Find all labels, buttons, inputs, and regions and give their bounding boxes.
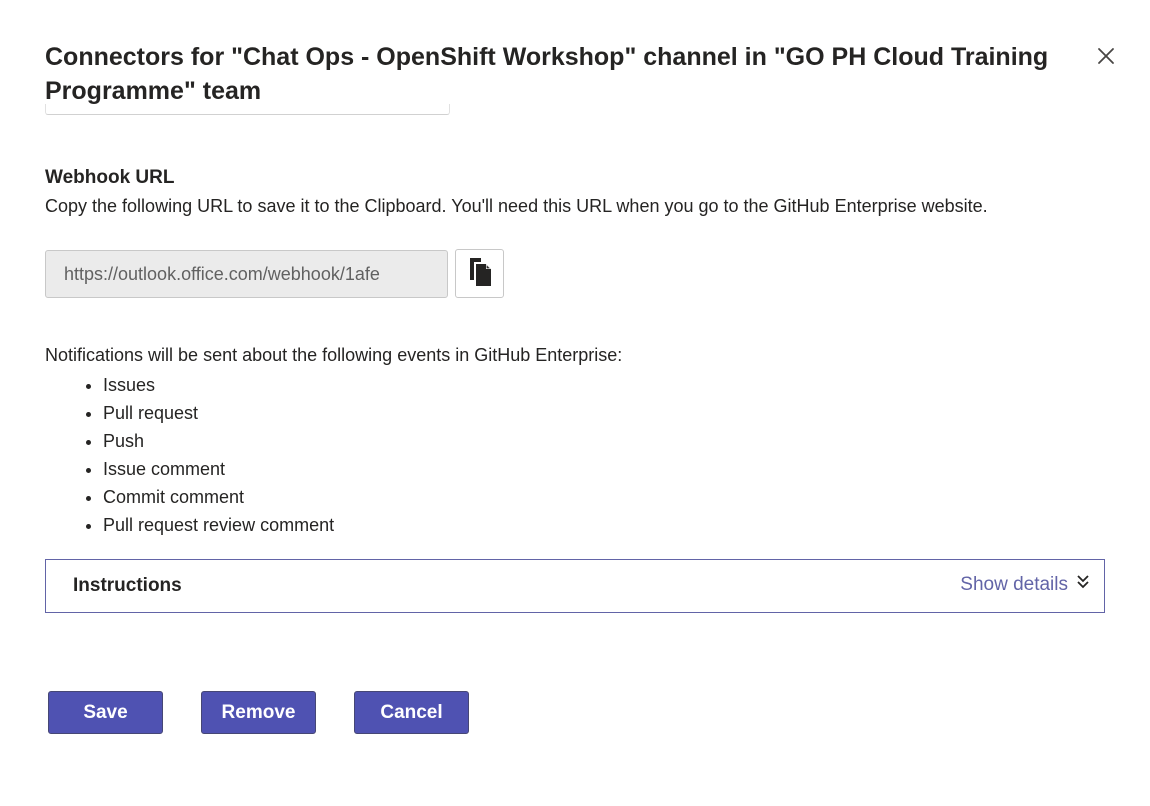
dialog-title: Connectors for "Chat Ops - OpenShift Wor…: [45, 43, 1049, 105]
list-item: Issue comment: [103, 455, 334, 483]
list-item: Issues: [103, 371, 334, 399]
show-details-label: Show details: [960, 574, 1068, 595]
close-button[interactable]: [1092, 42, 1120, 70]
list-item: Commit comment: [103, 483, 334, 511]
copy-icon: [467, 257, 493, 290]
save-button[interactable]: Save: [48, 691, 163, 734]
connector-dialog: Connectors for "Chat Ops - OpenShift Wor…: [0, 0, 1150, 806]
scrolled-field-edge: [45, 104, 450, 115]
close-icon: [1092, 42, 1120, 70]
remove-button[interactable]: Remove: [201, 691, 316, 734]
instructions-title: Instructions: [73, 575, 182, 596]
instructions-panel: Instructions Show details: [45, 559, 1105, 613]
double-chevron-down-icon: [1068, 574, 1090, 596]
event-list: Issues Pull request Push Issue comment C…: [45, 371, 334, 539]
webhook-url-field[interactable]: [45, 250, 448, 298]
notifications-intro: Notifications will be sent about the fol…: [45, 345, 623, 365]
show-details-toggle[interactable]: Show details: [960, 574, 1090, 596]
list-item: Push: [103, 427, 334, 455]
copy-url-button[interactable]: [455, 249, 504, 298]
webhook-description: Copy the following URL to save it to the…: [45, 196, 988, 216]
list-item: Pull request review comment: [103, 511, 334, 539]
list-item: Pull request: [103, 399, 334, 427]
cancel-button[interactable]: Cancel: [354, 691, 469, 734]
webhook-heading: Webhook URL: [45, 167, 175, 188]
